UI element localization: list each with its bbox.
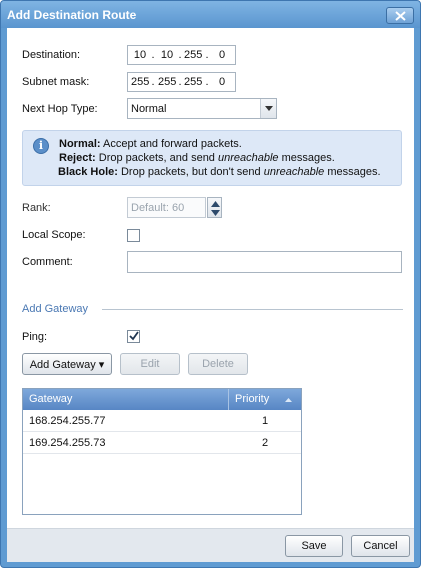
gateway-cell: 169.254.255.73 [29,437,106,449]
gateway-cell: 168.254.255.77 [29,415,106,427]
info-text: Accept and forward packets. [100,138,242,150]
octet-separator: . [205,49,209,61]
add-gateway-section-title: Add Gateway [22,303,89,315]
edit-button[interactable]: Edit [120,353,180,375]
local-scope-label: Local Scope: [22,229,86,241]
next-hop-type-label: Next Hop Type: [22,103,98,115]
ping-label: Ping: [22,331,48,343]
octet-separator: . [178,49,182,61]
rank-input: Default: 60 [127,197,206,218]
octet-separator: . [151,49,155,61]
dialog-title: Add Destination Route [7,8,137,22]
ping-checkbox[interactable] [127,330,140,343]
add-gateway-button[interactable]: Add Gateway ▾ [22,353,112,375]
next-hop-type-dropdown-button[interactable] [260,99,276,118]
dialog-title-bar[interactable]: Add Destination Route [1,1,420,28]
info-icon: i [33,138,49,154]
dialog-footer: Save Cancel [7,528,414,562]
column-header-gateway[interactable]: Gateway [29,393,72,405]
subnet-mask-label: Subnet mask: [22,76,90,88]
dialog-body: Destination: 10 . 10 . 255 . 0 Subnet ma… [7,28,414,528]
table-row[interactable]: 168.254.255.77 1 [23,410,301,432]
destination-label: Destination: [22,49,81,61]
destination-octet-4[interactable]: 0 [213,49,231,61]
delete-button[interactable]: Delete [188,353,248,375]
column-header-priority[interactable]: Priority [235,393,269,405]
subnet-mask-field[interactable]: 255 . 255 . 255 . 0 [127,72,236,92]
close-icon [395,11,406,21]
rank-label: Rank: [22,202,51,214]
cancel-button[interactable]: Cancel [351,535,410,557]
table-row[interactable]: 169.254.255.73 2 [23,432,301,454]
info-text: Drop packets, but don't send [117,166,264,178]
info-term: Reject: [59,152,96,164]
spin-down-icon [211,210,220,216]
table-header: Gateway Priority [23,389,301,410]
local-scope-checkbox[interactable] [127,229,140,242]
octet-separator: . [178,76,182,88]
gateway-table: Gateway Priority 168.254.255.77 1 169.25… [22,388,302,515]
rank-spin-buttons [207,197,222,218]
column-divider [228,389,229,410]
destination-octet-3[interactable]: 255 [184,49,202,61]
octet-separator: . [151,76,155,88]
subnet-octet-3[interactable]: 255 [184,76,202,88]
info-line-normal: Normal: Accept and forward packets. [59,138,242,150]
destination-ip-field[interactable]: 10 . 10 . 255 . 0 [127,45,236,65]
next-hop-info-box: i Normal: Accept and forward packets. Re… [22,130,402,186]
info-emphasis: unreachable [217,152,279,164]
priority-cell: 1 [261,415,269,427]
chevron-down-icon [265,106,273,111]
info-text: messages. [324,166,381,178]
info-text: messages. [278,152,335,164]
comment-label: Comment: [22,256,73,268]
subnet-octet-2[interactable]: 255 [158,76,176,88]
info-term: Normal: [59,138,101,150]
info-line-black-hole: Black Hole: Drop packets, but don't send… [58,166,381,178]
info-text: Drop packets, and send [95,152,218,164]
comment-input[interactable] [127,251,402,273]
close-button[interactable] [386,7,414,24]
section-divider [102,309,403,310]
destination-octet-2[interactable]: 10 [158,49,176,61]
subnet-octet-4[interactable]: 0 [213,76,231,88]
subnet-octet-1[interactable]: 255 [131,76,149,88]
priority-cell: 2 [261,437,269,449]
info-term: Black Hole: [58,166,118,178]
spin-up-icon [211,201,220,207]
add-destination-route-dialog: Add Destination Route Destination: 10 . … [0,0,421,568]
rank-spinner: Default: 60 [127,197,222,218]
destination-octet-1[interactable]: 10 [131,49,149,61]
next-hop-type-select[interactable]: Normal [127,98,277,119]
info-emphasis: unreachable [263,166,325,178]
sort-ascending-icon [285,398,292,402]
next-hop-type-value: Normal [131,103,167,115]
octet-separator: . [205,76,209,88]
checkmark-icon [129,331,139,341]
info-line-reject: Reject: Drop packets, and send unreachab… [59,152,335,164]
save-button[interactable]: Save [285,535,343,557]
